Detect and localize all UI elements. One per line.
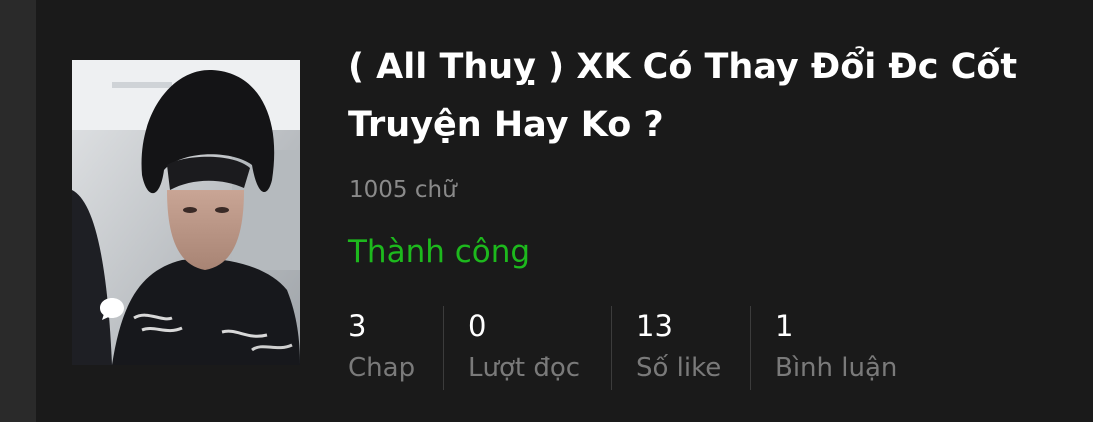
stat-chapters: 3 Chap [348, 306, 443, 392]
stat-label: Bình luận [775, 353, 898, 383]
stat-likes: 13 Số like [612, 306, 750, 392]
stat-label: Lượt đọc [468, 353, 581, 383]
left-edge-strip [0, 0, 36, 422]
stat-value: 3 [348, 309, 367, 343]
stats-row: 3 Chap 0 Lượt đọc 13 Số like 1 Bình luận [348, 306, 905, 392]
stat-label: Số like [636, 353, 722, 383]
stat-value: 1 [775, 309, 794, 343]
stat-value: 13 [636, 309, 673, 343]
status-label: Thành công [348, 234, 531, 270]
comment-bubble-icon [100, 298, 124, 320]
word-count: 1005 chữ [349, 177, 457, 203]
stat-label: Chap [348, 353, 416, 383]
story-title[interactable]: ( All Thuỵ ) XK Có Thay Đổi Đc Cốt Truyệ… [348, 38, 1068, 154]
stat-reads: 0 Lượt đọc [444, 306, 611, 392]
stat-value: 0 [468, 309, 487, 343]
stat-comments: 1 Bình luận [751, 306, 905, 392]
